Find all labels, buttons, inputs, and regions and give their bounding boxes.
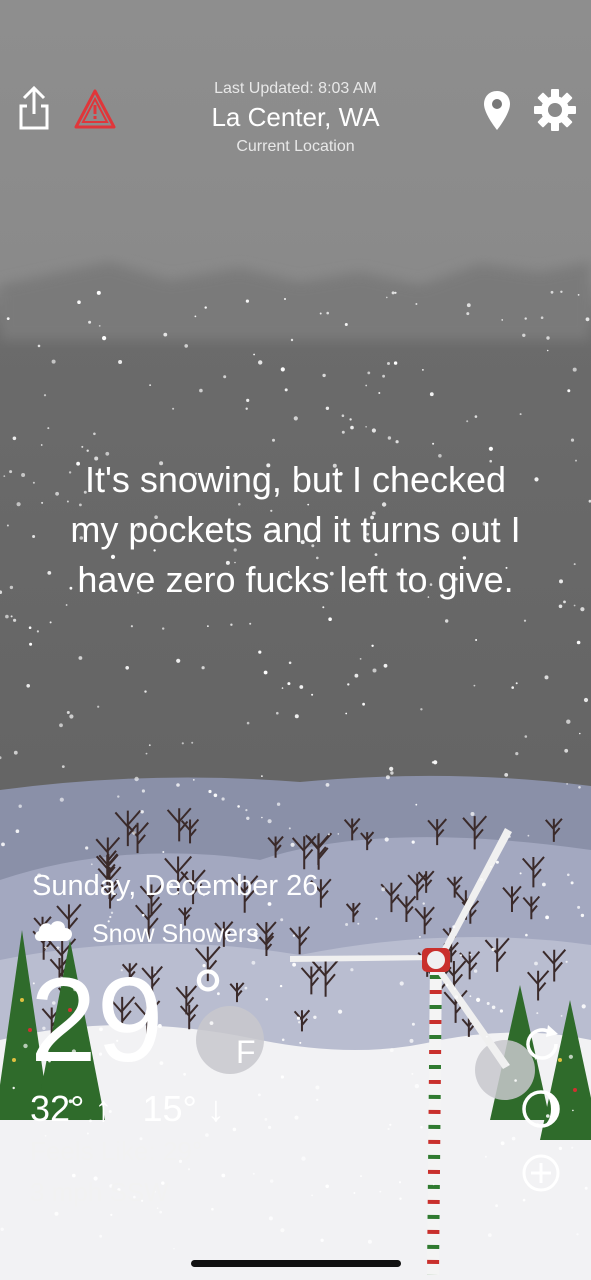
current-temperature: 29 (30, 953, 164, 1087)
gear-icon[interactable] (533, 88, 577, 137)
high-temp: 32° (30, 1088, 85, 1129)
quote-line: my pockets and it turns out I (70, 509, 521, 550)
theme-toggle-icon[interactable] (520, 1088, 562, 1135)
condition-label: Snow Showers (92, 920, 259, 948)
map-pin-icon[interactable] (483, 90, 511, 137)
down-arrow-icon: ↓ (206, 1088, 225, 1129)
high-low-temps: 32° ↑ 15° ↓ (30, 1088, 225, 1130)
forecast-date: Sunday, December 26 (32, 870, 319, 902)
location-sublabel: Current Location (236, 138, 355, 155)
up-arrow-icon: ↑ (94, 1088, 113, 1129)
degree-symbol: ° (192, 953, 224, 1042)
refresh-icon[interactable] (520, 1022, 564, 1071)
add-circle-icon[interactable] (520, 1152, 562, 1199)
quote-line: have zero fucks left to give. (77, 559, 514, 600)
wind-speed: 3 mph SSW (30, 1177, 169, 1207)
quote-line: It's snowing, but I checked (84, 459, 507, 500)
temperature-unit: F (236, 1034, 256, 1070)
feels-like: Feels Like: 29° (30, 1136, 203, 1166)
low-temp: 15° (142, 1088, 197, 1129)
home-indicator[interactable] (191, 1260, 401, 1267)
weather-quote: It's snowing, but I checked my pockets a… (30, 455, 561, 605)
